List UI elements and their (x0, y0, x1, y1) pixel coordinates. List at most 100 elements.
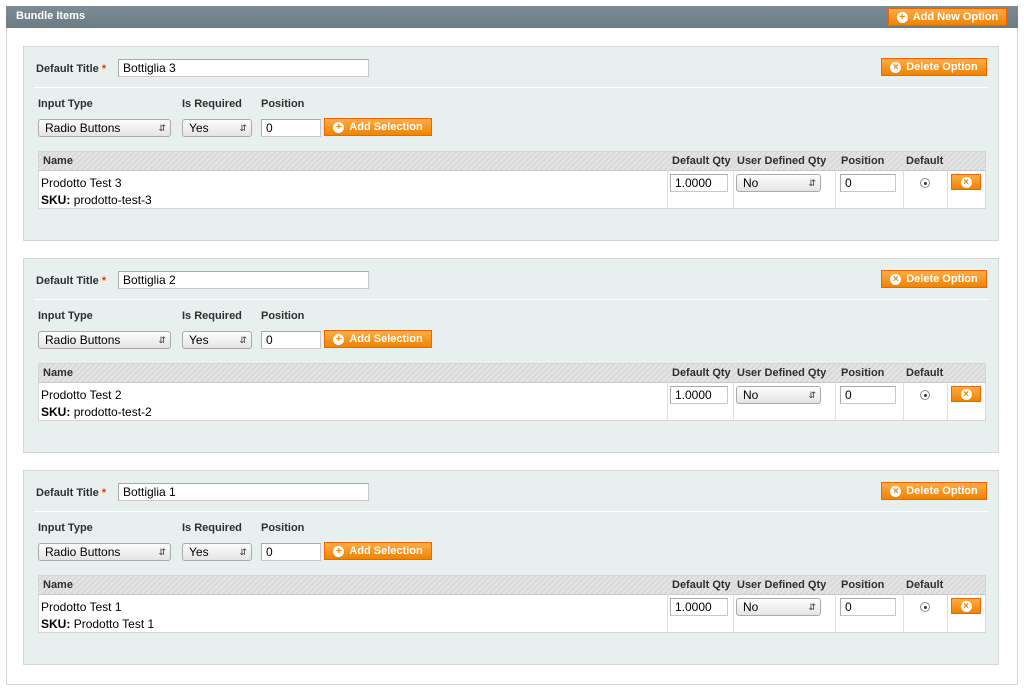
is-required-select[interactable]: Yes ⇵ (182, 331, 252, 349)
delete-selection-button[interactable]: × (951, 598, 981, 614)
user-defined-qty-select[interactable]: No ⇵ (736, 386, 821, 404)
grid-divider (903, 576, 904, 632)
selection-position-value: 0 (845, 176, 852, 190)
grid-divider (903, 364, 904, 420)
selection-name: Prodotto Test 3 (41, 176, 122, 190)
bundle-option: Default Title * Bottiglia 1 × Delete Opt… (23, 470, 999, 665)
col-user-defined-qty: User Defined Qty (737, 367, 827, 379)
is-required-value: Yes (189, 545, 209, 559)
col-default: Default (906, 155, 944, 167)
delete-option-button[interactable]: × Delete Option (881, 270, 987, 288)
selection-sku: SKU: prodotto-test-3 (41, 193, 152, 207)
updown-arrow-icon: ⇵ (158, 123, 166, 133)
add-new-option-label: Add New Option (912, 11, 999, 23)
default-title-label: Default Title * (36, 487, 106, 499)
is-required-label: Is Required (182, 310, 242, 322)
default-qty-value: 1.0000 (675, 600, 712, 614)
is-required-select[interactable]: Yes ⇵ (182, 543, 252, 561)
input-type-select[interactable]: Radio Buttons ⇵ (38, 543, 171, 561)
option-position-value: 0 (266, 333, 273, 347)
add-selection-button[interactable]: + Add Selection (324, 118, 432, 136)
delete-selection-button[interactable]: × (951, 386, 981, 402)
updown-arrow-icon: ⇵ (158, 547, 166, 557)
col-user-defined-qty: User Defined Qty (737, 155, 827, 167)
bundle-items-header: Bundle Items (6, 6, 1018, 29)
updown-arrow-icon: ⇵ (239, 335, 247, 345)
grid-divider (835, 152, 836, 208)
option-position-input[interactable]: 0 (261, 331, 321, 349)
delete-option-button[interactable]: × Delete Option (881, 58, 987, 76)
grid-divider (835, 576, 836, 632)
col-position: Position (841, 155, 885, 167)
divider (34, 299, 988, 300)
default-title-value: Bottiglia 1 (123, 485, 176, 499)
option-position-input[interactable]: 0 (261, 543, 321, 561)
input-type-value: Radio Buttons (45, 121, 121, 135)
grid-divider (903, 152, 904, 208)
delete-selection-button[interactable]: × (951, 174, 981, 190)
is-required-label: Is Required (182, 98, 242, 110)
default-title-input[interactable]: Bottiglia 1 (118, 483, 369, 501)
col-default: Default (906, 579, 944, 591)
updown-arrow-icon: ⇵ (808, 390, 816, 400)
default-title-text: Default Title (36, 63, 99, 75)
input-type-select[interactable]: Radio Buttons ⇵ (38, 331, 171, 349)
grid-divider (733, 364, 734, 420)
is-required-value: Yes (189, 121, 209, 135)
grid-divider (947, 152, 948, 208)
x-circle-icon: × (960, 600, 972, 612)
grid-divider (667, 364, 668, 420)
default-title-input[interactable]: Bottiglia 3 (118, 59, 369, 77)
delete-option-label: Delete Option (906, 61, 978, 73)
sku-label: SKU: (41, 193, 71, 207)
default-qty-input[interactable]: 1.0000 (670, 174, 728, 192)
col-default-qty: Default Qty (672, 579, 731, 591)
position-label: Position (261, 522, 305, 534)
user-defined-qty-value: No (743, 600, 759, 614)
divider (34, 511, 988, 512)
col-default: Default (906, 367, 944, 379)
selection-position-input[interactable]: 0 (840, 598, 896, 616)
required-mark: * (101, 275, 107, 287)
grid-divider (835, 364, 836, 420)
input-type-label: Input Type (38, 98, 93, 110)
col-default-qty: Default Qty (672, 367, 731, 379)
input-type-select[interactable]: Radio Buttons ⇵ (38, 119, 171, 137)
selection-name: Prodotto Test 1 (41, 600, 122, 614)
default-title-text: Default Title (36, 487, 99, 499)
x-circle-icon: × (960, 388, 972, 400)
input-type-value: Radio Buttons (45, 333, 121, 347)
selection-sku: SKU: prodotto-test-2 (41, 405, 152, 419)
default-title-value: Bottiglia 3 (123, 61, 176, 75)
is-required-value: Yes (189, 333, 209, 347)
is-required-select[interactable]: Yes ⇵ (182, 119, 252, 137)
default-radio[interactable] (920, 602, 930, 612)
selection-position-input[interactable]: 0 (840, 174, 896, 192)
default-radio[interactable] (920, 178, 930, 188)
option-position-value: 0 (266, 545, 273, 559)
add-new-option-button[interactable]: + Add New Option (888, 8, 1007, 26)
add-selection-button[interactable]: + Add Selection (324, 542, 432, 560)
sku-label: SKU: (41, 617, 71, 631)
default-qty-input[interactable]: 1.0000 (670, 598, 728, 616)
default-title-value: Bottiglia 2 (123, 273, 176, 287)
bundle-option: Default Title * Bottiglia 3 × Delete Opt… (23, 46, 999, 241)
selection-position-input[interactable]: 0 (840, 386, 896, 404)
grid-divider (733, 576, 734, 632)
user-defined-qty-value: No (743, 388, 759, 402)
user-defined-qty-select[interactable]: No ⇵ (736, 598, 821, 616)
option-position-input[interactable]: 0 (261, 119, 321, 137)
default-qty-input[interactable]: 1.0000 (670, 386, 728, 404)
position-label: Position (261, 98, 305, 110)
default-title-input[interactable]: Bottiglia 2 (118, 271, 369, 289)
selections-grid: Name Default Qty User Defined Qty Positi… (38, 363, 986, 421)
user-defined-qty-select[interactable]: No ⇵ (736, 174, 821, 192)
delete-option-button[interactable]: × Delete Option (881, 482, 987, 500)
grid-divider (733, 152, 734, 208)
default-radio[interactable] (920, 390, 930, 400)
selection-name: Prodotto Test 2 (41, 388, 122, 402)
selection-sku: SKU: Prodotto Test 1 (41, 617, 154, 631)
add-selection-label: Add Selection (349, 545, 423, 557)
x-circle-icon: × (890, 485, 902, 497)
add-selection-button[interactable]: + Add Selection (324, 330, 432, 348)
